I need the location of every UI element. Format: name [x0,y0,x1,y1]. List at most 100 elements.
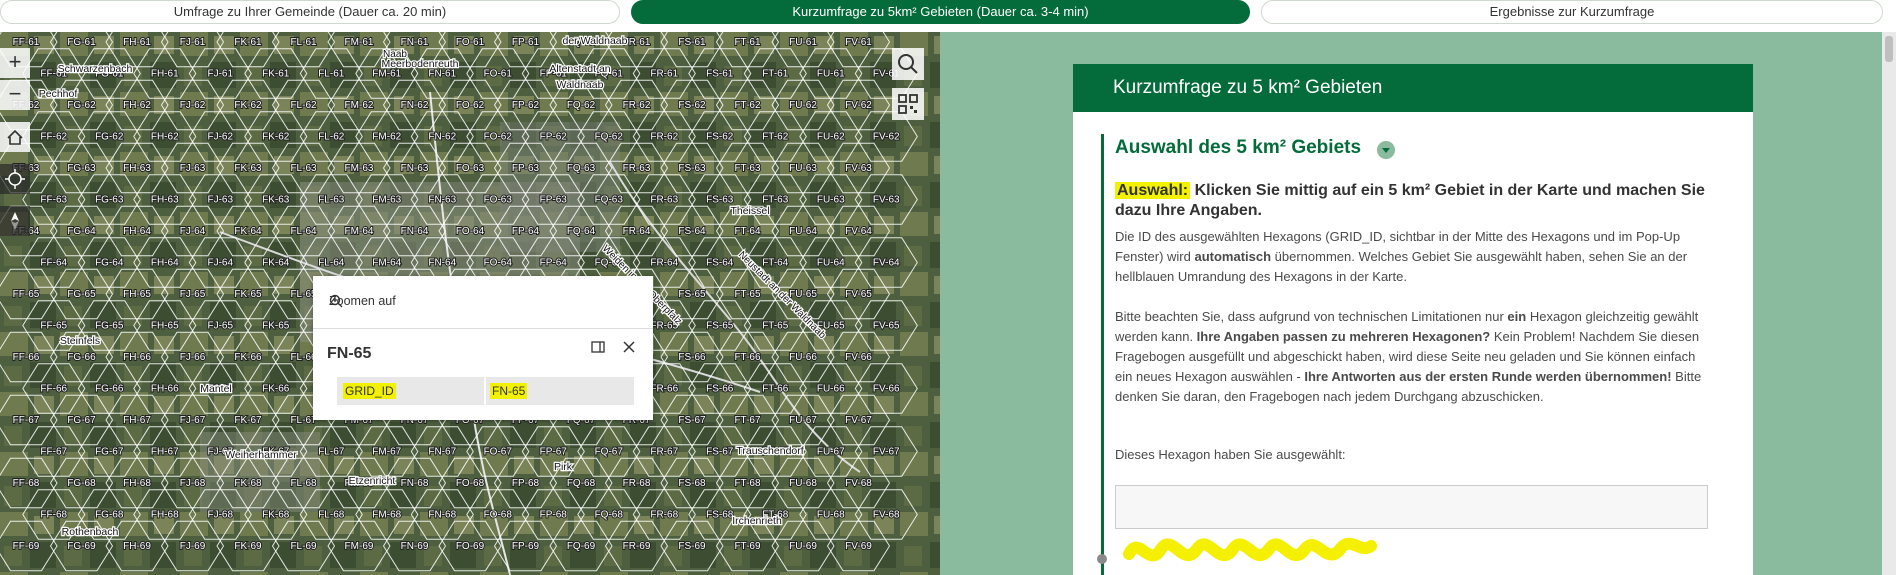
hex-label: FN-63 [401,163,429,174]
hex-label: FK-65 [262,321,290,332]
hex-label: FM-67 [372,447,401,458]
hex-label: FH-64 [123,226,151,237]
zoom-to-button[interactable]: Zoomen auf [329,294,396,308]
chevron-down-icon[interactable] [1377,141,1395,159]
hex-label: FJ-61 [207,69,233,80]
qr-code-button[interactable] [892,88,924,120]
hex-label: FF-65 [13,289,40,300]
hex-label: FR-67 [650,447,678,458]
hex-label: FJ-67 [180,415,206,426]
hex-label: FS-61 [678,37,706,48]
hex-label: FU-64 [789,226,817,237]
hex-label: FV-65 [873,321,900,332]
para2-segment: Ihre Angaben passen zu mehreren Hexagone… [1196,329,1491,344]
hex-label: FG-69 [67,541,96,552]
hex-label: FU-62 [789,100,817,111]
hex-label: FK-64 [262,258,290,269]
hex-label: FU-66 [817,384,845,395]
hex-label: FJ-62 [207,132,233,143]
section-title: Auswahl des 5 km² Gebiets [1115,137,1362,158]
hex-label: FF-66 [13,352,40,363]
hex-label: FV-64 [845,226,872,237]
tab-ergebnisse[interactable]: Ergebnisse zur Kurzumfrage [1261,0,1883,24]
zoom-out-button[interactable]: − [0,80,30,110]
map-view[interactable]: FF-61 FF-61 FG-61 FG-61 FH-61 FH-61 FJ-61 FJ-61… [0,32,940,575]
auswahl-text: Klicken Sie mittig auf ein 5 km² Gebiet … [1115,182,1705,219]
hex-label: FF-64 [40,258,67,269]
compass-button[interactable] [0,206,30,236]
hex-label: FS-63 [678,163,706,174]
hex-label: FJ-62 [180,100,206,111]
hex-label: FK-69 [234,541,262,552]
hex-label: FH-62 [123,100,151,111]
hex-label: FT-62 [734,100,761,111]
hex-label: FP-69 [512,541,540,552]
hex-label: FS-69 [678,541,706,552]
hex-label: FR-66 [650,384,678,395]
close-icon[interactable] [621,339,637,355]
hex-label: FG-64 [67,226,96,237]
hex-label: FR-62 [623,100,651,111]
place-label: Pirk [554,461,573,473]
tab-umfrage-gemeinde[interactable]: Umfrage zu Ihrer Gemeinde (Dauer ca. 20 … [0,0,620,24]
hex-label: FG-62 [67,100,96,111]
hex-label: FK-63 [262,195,290,206]
survey-header: Kurzumfrage zu 5 km² Gebieten [1073,64,1753,112]
scrollbar-thumb[interactable] [1885,36,1893,62]
section-accent-bar [1101,134,1104,575]
place-label: Weiherhammer [225,449,297,461]
hex-label: FS-65 [706,321,734,332]
hex-label: FH-62 [151,132,179,143]
hex-label: FQ-63 [595,195,624,206]
hex-label: FK-65 [234,289,262,300]
hex-label: FF-62 [40,132,67,143]
home-button[interactable] [0,122,30,152]
para2-segment: Ihre Antworten aus der ersten Runde werd… [1304,369,1672,384]
popup-title: FN-65 [327,345,372,362]
hex-label: FV-64 [873,258,900,269]
hex-label: FJ-66 [180,352,206,363]
hex-label: FQ-69 [567,541,596,552]
hex-label: FJ-61 [180,37,206,48]
tab-kurzumfrage[interactable]: Kurzumfrage zu 5km² Gebieten (Dauer ca. … [631,0,1250,24]
hex-label: FS-67 [678,415,706,426]
hex-label: FU-64 [817,258,845,269]
hex-label: FS-64 [678,226,706,237]
hex-label: FS-64 [706,258,734,269]
selected-hex-field[interactable] [1115,485,1708,529]
place-label: Trauschendorf [736,445,803,457]
hex-label: FG-63 [67,163,96,174]
place-label: Theissel [730,205,769,217]
hex-label: FT-64 [762,258,789,269]
popup-actions: Zoomen auf [313,276,653,329]
para2-segment: Bitte beachten Sie, dass aufgrund von te… [1115,309,1508,324]
hex-label: FT-63 [762,195,789,206]
hex-label: FU-67 [789,415,817,426]
place-label: Waldnaab [557,79,604,91]
hex-label: FR-64 [623,226,651,237]
hex-label: FF-67 [40,447,67,458]
hex-label: FH-65 [151,321,179,332]
hex-label: FM-62 [345,100,374,111]
hex-label: FJ-64 [207,258,233,269]
hex-label: FK-61 [262,69,290,80]
locate-icon [5,169,25,189]
hex-label: FH-63 [151,195,179,206]
hex-label: FL-64 [290,226,317,237]
scrollbar-track[interactable] [1882,32,1896,575]
hex-label: FK-61 [234,37,262,48]
hex-label: FV-63 [873,195,900,206]
hex-label: FR-68 [650,510,678,521]
scribble-annotation [1123,537,1377,562]
hex-label: FV-68 [845,478,872,489]
hex-label: FM-68 [372,510,401,521]
hex-label: FF-69 [13,541,40,552]
dock-icon[interactable] [590,339,606,355]
hex-label: FS-62 [706,132,734,143]
hex-label: FO-62 [484,132,513,143]
locate-button[interactable] [0,164,30,194]
search-button[interactable] [892,48,924,80]
place-label: Steinfels [60,335,100,347]
zoom-in-button[interactable]: + [0,48,30,78]
hex-label: FK-64 [234,226,262,237]
